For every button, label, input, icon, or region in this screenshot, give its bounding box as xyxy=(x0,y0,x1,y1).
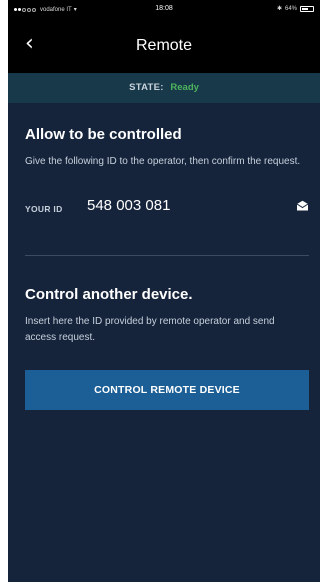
battery-percent: 64% xyxy=(284,5,297,12)
state-value: Ready xyxy=(170,82,199,93)
your-id-label: YOUR ID xyxy=(25,204,63,214)
status-bar: vodafone IT ▾ 18:08 ✱ 64% xyxy=(8,0,320,20)
state-label: STATE: xyxy=(129,82,164,93)
app-screen: vodafone IT ▾ 18:08 ✱ 64% ‹ Remote STATE… xyxy=(8,0,320,582)
bluetooth-icon: ✱ xyxy=(276,6,282,12)
page-title: Remote xyxy=(135,37,193,54)
allow-heading: Allow to be controlled xyxy=(25,126,182,143)
envelope-icon[interactable] xyxy=(296,200,309,211)
allow-description: Give the following ID to the operator, t… xyxy=(25,156,301,167)
status-time: 18:08 xyxy=(155,5,173,12)
your-id-row: YOUR ID 548 003 081 xyxy=(25,197,309,217)
navigation-bar: ‹ Remote xyxy=(8,20,320,73)
control-heading: Control another device. xyxy=(25,286,193,303)
status-right: ✱ 64% xyxy=(277,5,314,12)
control-remote-device-button[interactable]: CONTROL REMOTE DEVICE xyxy=(25,370,309,410)
section-divider xyxy=(25,255,309,256)
your-id-value: 548 003 081 xyxy=(87,197,171,214)
control-description: Insert here the ID provided by remote op… xyxy=(25,316,275,343)
state-bar: STATE: Ready xyxy=(8,73,320,103)
battery-icon xyxy=(300,5,314,12)
